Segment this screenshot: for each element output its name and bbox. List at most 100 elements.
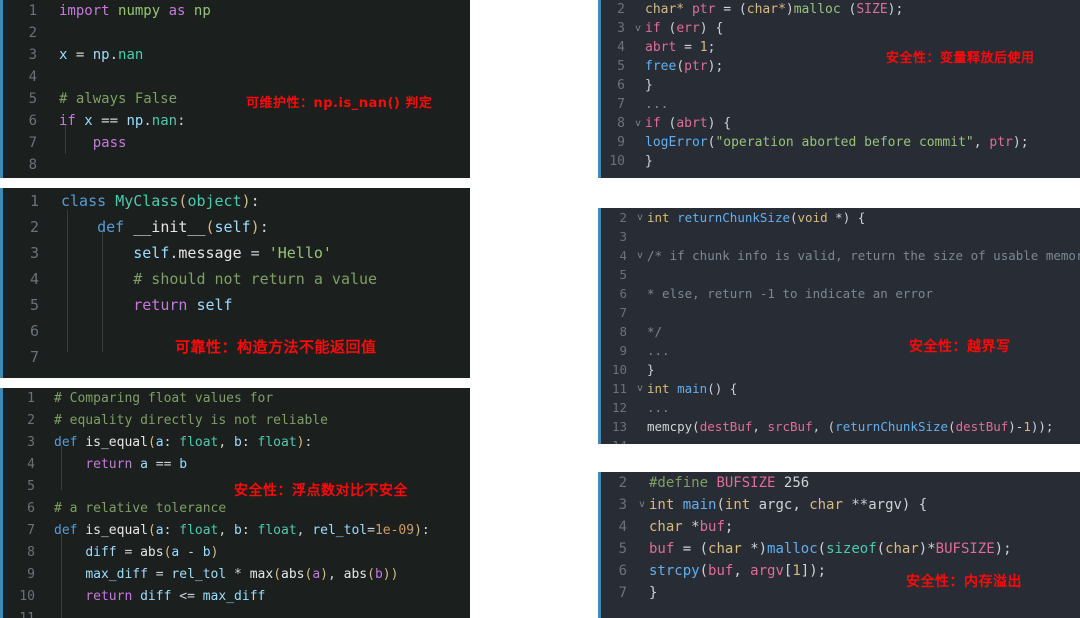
code-text: } xyxy=(645,78,653,93)
code-text: return diff <= max_diff xyxy=(85,589,266,604)
code-line: 3 xyxy=(601,227,1080,246)
code-text: char *buf; xyxy=(649,519,734,535)
fold-toggle[interactable]: v xyxy=(633,212,647,223)
code-text: ... xyxy=(647,400,670,415)
code-line: 5 buf = (char *)malloc(sizeof(char)*BUFS… xyxy=(601,538,1080,560)
code-line: 6 * else, return -1 to indicate an error xyxy=(601,284,1080,303)
line-number: 2 xyxy=(618,475,627,491)
code-text: return self xyxy=(133,296,233,314)
line-number: 2 xyxy=(28,25,37,41)
line-number: 8 xyxy=(28,157,37,173)
code-line: 5 xyxy=(601,265,1080,284)
code-line: 10 return diff <= max_diff xyxy=(3,586,470,608)
code-line: 3 def is_equal(a: float, b: float): xyxy=(3,432,470,454)
code-line: 2 xyxy=(3,22,470,44)
code-panel-py-nan-comparison: 1 import numpy as np 2 3 x = np.nan 4 5 … xyxy=(0,0,470,178)
fold-toggle[interactable]: v xyxy=(631,23,645,34)
code-line: 4 # should not return a value xyxy=(3,266,470,292)
annotation-label: 安全性：变量释放后使用 xyxy=(886,51,1035,66)
code-line: 5 return self xyxy=(3,292,470,318)
code-line: 11 v int main() { xyxy=(601,379,1080,398)
line-number: 7 xyxy=(27,523,35,538)
line-number: 3 xyxy=(619,229,627,244)
line-number: 7 xyxy=(618,585,627,601)
line-number: 4 xyxy=(28,69,37,85)
code-text: logError("operation aborted before commi… xyxy=(645,135,1029,150)
line-number: 6 xyxy=(618,563,627,579)
code-line: 6 # a relative tolerance xyxy=(3,498,470,520)
line-number: 5 xyxy=(618,541,627,557)
line-number: 8 xyxy=(619,324,627,339)
annotation-label: 安全性：内存溢出 xyxy=(906,574,1022,590)
code-line: 4 v /* if chunk info is valid, return th… xyxy=(601,246,1080,265)
code-text: def __init__(self): xyxy=(97,218,269,236)
line-number: 12 xyxy=(611,400,627,415)
code-line: 1 import numpy as np xyxy=(3,0,470,22)
code-line: 6 if x == np.nan: xyxy=(3,110,470,132)
line-number: 10 xyxy=(611,362,627,377)
code-text: ... xyxy=(647,436,1080,444)
line-number: 3 xyxy=(27,435,35,450)
code-line: 12 ... xyxy=(601,398,1080,417)
code-line: 2 #define BUFSIZE 256 xyxy=(601,472,1080,494)
code-line: 8 xyxy=(3,154,470,176)
fold-toggle[interactable]: v xyxy=(633,383,647,394)
code-text: class MyClass(object): xyxy=(61,192,260,210)
line-number: 2 xyxy=(27,413,35,428)
code-line: 3 self.message = 'Hello' xyxy=(3,240,470,266)
code-text: self.message = 'Hello' xyxy=(133,244,332,262)
code-line: 3 v if (err) { xyxy=(601,19,1080,38)
code-text: #define BUFSIZE 256 xyxy=(649,475,810,491)
code-panel-py-class-init-return: 1 class MyClass(object): 2 def __init__(… xyxy=(0,188,470,378)
code-line: 14 ... xyxy=(601,436,1080,444)
code-text: if x == np.nan: xyxy=(59,113,186,129)
line-number: 5 xyxy=(619,267,627,282)
code-text: int main() { xyxy=(647,381,738,396)
line-number: 4 xyxy=(617,40,625,55)
line-number: 14 xyxy=(601,436,633,444)
code-text: max_diff = rel_tol * max(abs(a), abs(b)) xyxy=(85,567,399,582)
code-line: 10 } xyxy=(601,360,1080,379)
fold-toggle[interactable]: v xyxy=(633,250,647,261)
line-number: 7 xyxy=(617,97,625,112)
line-number: 8 xyxy=(617,116,625,131)
fold-toggle[interactable]: v xyxy=(631,118,645,129)
code-text: int returnChunkSize(void *) { xyxy=(647,210,866,225)
line-number: 6 xyxy=(29,322,39,340)
line-number: 6 xyxy=(619,286,627,301)
code-line: 9 logError("operation aborted before com… xyxy=(601,133,1080,152)
code-line: 7 xyxy=(601,303,1080,322)
line-number: 9 xyxy=(27,567,35,582)
line-number: 4 xyxy=(27,457,35,472)
code-line: 13 memcpy(destBuf, srcBuf, (returnChunkS… xyxy=(601,417,1080,436)
code-text: */ xyxy=(647,324,663,339)
code-text: # should not return a value xyxy=(61,270,378,288)
line-number: 4 xyxy=(618,519,627,535)
line-number: 8 xyxy=(27,545,35,560)
line-number: 3 xyxy=(28,47,37,63)
code-text: import numpy as np xyxy=(59,3,211,19)
line-number: 6 xyxy=(28,113,37,129)
code-panel-py-float-equality: 1 # Comparing float values for 2 # equal… xyxy=(0,388,470,618)
line-number: 5 xyxy=(29,296,39,314)
code-line: 2 def __init__(self): xyxy=(3,214,470,240)
line-number: 7 xyxy=(619,305,627,320)
fold-toggle[interactable]: v xyxy=(635,500,649,510)
code-line: 1 class MyClass(object): xyxy=(3,188,470,214)
line-number: 4 xyxy=(29,270,39,288)
line-number: 5 xyxy=(617,59,625,74)
line-number: 5 xyxy=(27,479,35,494)
code-text: # a relative tolerance xyxy=(54,501,227,516)
code-line: 8 diff = abs(a - b) xyxy=(3,542,470,564)
line-number: 7 xyxy=(28,135,37,151)
line-number: 1 xyxy=(28,3,37,19)
code-line: 2 # equality directly is not reliable xyxy=(3,410,470,432)
line-number: 2 xyxy=(29,218,39,236)
code-text: int main(int argc, char **argv) { xyxy=(649,497,928,513)
code-snippet-board: 1 import numpy as np 2 3 x = np.nan 4 5 … xyxy=(0,0,1080,618)
line-number: 2 xyxy=(619,210,627,225)
line-number: 3 xyxy=(617,21,625,36)
